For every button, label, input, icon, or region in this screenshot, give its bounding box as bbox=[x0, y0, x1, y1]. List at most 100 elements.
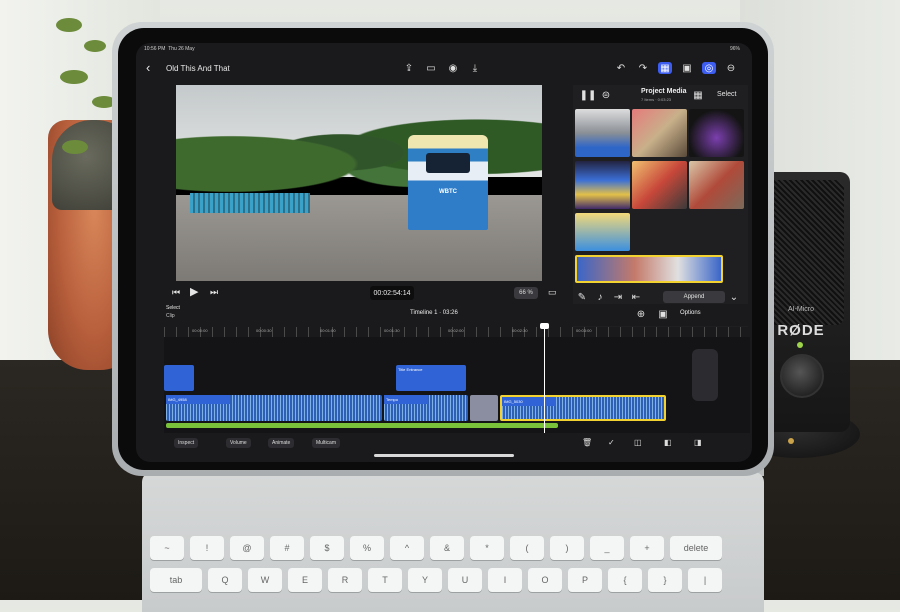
media-thumbnail[interactable] bbox=[575, 161, 630, 209]
key[interactable]: + bbox=[630, 536, 664, 560]
key[interactable]: $ bbox=[310, 536, 344, 560]
browser-icon[interactable]: ▦ bbox=[658, 62, 672, 74]
key[interactable]: Q bbox=[208, 568, 242, 592]
key[interactable]: O bbox=[528, 568, 562, 592]
camera-icon[interactable]: ▭ bbox=[424, 62, 438, 74]
key[interactable]: } bbox=[648, 568, 682, 592]
multicam-button[interactable]: Multicam bbox=[312, 438, 341, 448]
selected-clip[interactable]: IMG_5030 bbox=[500, 395, 666, 421]
key[interactable]: ^ bbox=[390, 536, 424, 560]
connect-icon[interactable]: ⇤ bbox=[629, 291, 643, 303]
trash-icon[interactable]: 🗑 bbox=[582, 438, 592, 447]
photos-icon[interactable]: ▣ bbox=[680, 62, 694, 74]
key[interactable]: * bbox=[470, 536, 504, 560]
volume-button[interactable]: Volume bbox=[226, 438, 251, 448]
inspect-button[interactable]: Inspect bbox=[174, 438, 199, 448]
skip-forward-icon[interactable]: ⏭ bbox=[210, 287, 218, 298]
viewer-zoom[interactable]: 66 % bbox=[514, 287, 538, 299]
browser-select-button[interactable]: Select bbox=[717, 91, 736, 98]
timeline-clip[interactable]: Tempo bbox=[384, 395, 468, 421]
select-mode-label: Select bbox=[166, 305, 180, 311]
browser-title: Project Media bbox=[641, 88, 687, 95]
media-thumbnail[interactable] bbox=[575, 109, 630, 157]
split-clip-icon[interactable]: ◧ bbox=[664, 438, 672, 447]
viewer-tram bbox=[408, 135, 488, 230]
ruler-label: 00:00:30 bbox=[256, 328, 272, 333]
pause-icon[interactable]: ❚❚ bbox=[580, 89, 597, 101]
transition-clip[interactable] bbox=[470, 395, 498, 421]
key-delete[interactable]: delete bbox=[670, 536, 722, 560]
import-icon[interactable]: ⤓ bbox=[468, 62, 482, 74]
title-clip[interactable]: Title Entrance bbox=[396, 365, 466, 391]
voiceover-icon[interactable]: ◉ bbox=[446, 62, 460, 74]
timeline-clip[interactable]: IMG_4958 bbox=[166, 395, 382, 421]
key[interactable]: _ bbox=[590, 536, 624, 560]
key[interactable]: Y bbox=[408, 568, 442, 592]
key[interactable]: T bbox=[368, 568, 402, 592]
snapping-icon[interactable]: ▣ bbox=[656, 308, 670, 320]
key[interactable]: I bbox=[488, 568, 522, 592]
share-icon[interactable]: ⇪ bbox=[402, 62, 416, 74]
media-thumbnail[interactable] bbox=[689, 161, 744, 209]
key[interactable]: ! bbox=[190, 536, 224, 560]
inspector-icon[interactable]: ◎ bbox=[702, 62, 716, 74]
undo-icon[interactable]: ↶ bbox=[614, 62, 628, 74]
clip-mode-label[interactable]: Clip bbox=[166, 313, 175, 319]
key[interactable]: @ bbox=[230, 536, 264, 560]
redo-icon[interactable]: ↷ bbox=[636, 62, 650, 74]
media-thumbnail[interactable] bbox=[575, 213, 630, 251]
browser-toolbar: ✎ ♪ ⇥ ⇤ Append ⌄ bbox=[573, 289, 748, 305]
mic-gain-knob bbox=[780, 354, 824, 398]
media-thumbnail[interactable] bbox=[632, 161, 687, 209]
playhead[interactable] bbox=[544, 325, 545, 433]
key[interactable]: ~ bbox=[150, 536, 184, 560]
pencil-icon[interactable]: ✎ bbox=[575, 291, 589, 303]
media-thumbnail-selected[interactable] bbox=[575, 255, 723, 283]
key[interactable]: # bbox=[270, 536, 304, 560]
checkmark-icon[interactable]: ✓ bbox=[608, 438, 615, 447]
duplicate-icon[interactable]: ◨ bbox=[694, 438, 702, 447]
timeline-options[interactable]: Options bbox=[680, 310, 701, 316]
key[interactable]: & bbox=[430, 536, 464, 560]
key[interactable]: E bbox=[288, 568, 322, 592]
mic-led bbox=[797, 342, 803, 348]
key[interactable]: W bbox=[248, 568, 282, 592]
play-icon[interactable]: ▶ bbox=[190, 285, 198, 298]
key[interactable]: R bbox=[328, 568, 362, 592]
browser-subtitle: 7 Items · 0:03:23 bbox=[641, 97, 672, 102]
more-icon[interactable]: ⊖ bbox=[724, 62, 738, 74]
media-thumbnail[interactable] bbox=[689, 109, 744, 157]
key[interactable]: { bbox=[608, 568, 642, 592]
ruler-label: 00:01:00 bbox=[320, 328, 336, 333]
key[interactable]: % bbox=[350, 536, 384, 560]
filter-icon[interactable]: ⊜ bbox=[599, 89, 613, 101]
timeline-title: Timeline 1 · 03:26 bbox=[410, 310, 458, 316]
detach-icon[interactable]: ◫ bbox=[634, 438, 642, 447]
animate-button[interactable]: Animate bbox=[268, 438, 295, 448]
timeline-jog-control[interactable] bbox=[692, 349, 718, 401]
timeline-clip[interactable] bbox=[164, 365, 194, 391]
split-icon[interactable]: ⊕ bbox=[634, 308, 648, 320]
audio-track[interactable] bbox=[166, 423, 558, 428]
timecode-display: 00:02:54:14 bbox=[370, 286, 414, 300]
video-viewer[interactable]: WBTC bbox=[176, 85, 542, 281]
timeline-tracks[interactable]: Title Entrance IMG_4958 Tempo IMG_5030 bbox=[164, 337, 750, 433]
grid-icon[interactable]: ▦ bbox=[691, 89, 705, 101]
chevron-down-icon[interactable]: ⌄ bbox=[727, 291, 741, 303]
fullscreen-icon[interactable]: ▭ bbox=[548, 287, 557, 298]
insert-icon[interactable]: ⇥ bbox=[611, 291, 625, 303]
media-thumbnail[interactable] bbox=[632, 109, 687, 157]
key[interactable]: U bbox=[448, 568, 482, 592]
microphone-icon[interactable]: ♪ bbox=[593, 291, 607, 303]
key[interactable]: | bbox=[688, 568, 722, 592]
mic-base-dot bbox=[788, 438, 794, 444]
key-tab[interactable]: tab bbox=[150, 568, 202, 592]
ruler-label: 00:02:30 bbox=[512, 328, 528, 333]
skip-back-icon[interactable]: ⏮ bbox=[172, 287, 180, 298]
key[interactable]: P bbox=[568, 568, 602, 592]
chevron-left-icon[interactable]: ‹ bbox=[146, 60, 150, 75]
key[interactable]: ( bbox=[510, 536, 544, 560]
key[interactable]: ) bbox=[550, 536, 584, 560]
append-button[interactable]: Append bbox=[663, 291, 725, 303]
home-indicator[interactable] bbox=[374, 454, 514, 457]
